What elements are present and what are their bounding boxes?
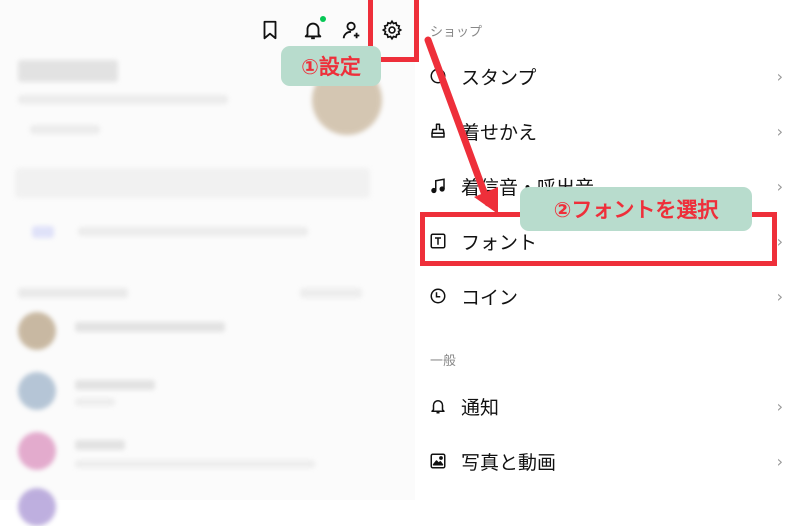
- step1-callout: ①設定: [281, 46, 381, 86]
- step2-callout: ②フォントを選択: [520, 187, 752, 231]
- pointer-arrow: [424, 36, 498, 214]
